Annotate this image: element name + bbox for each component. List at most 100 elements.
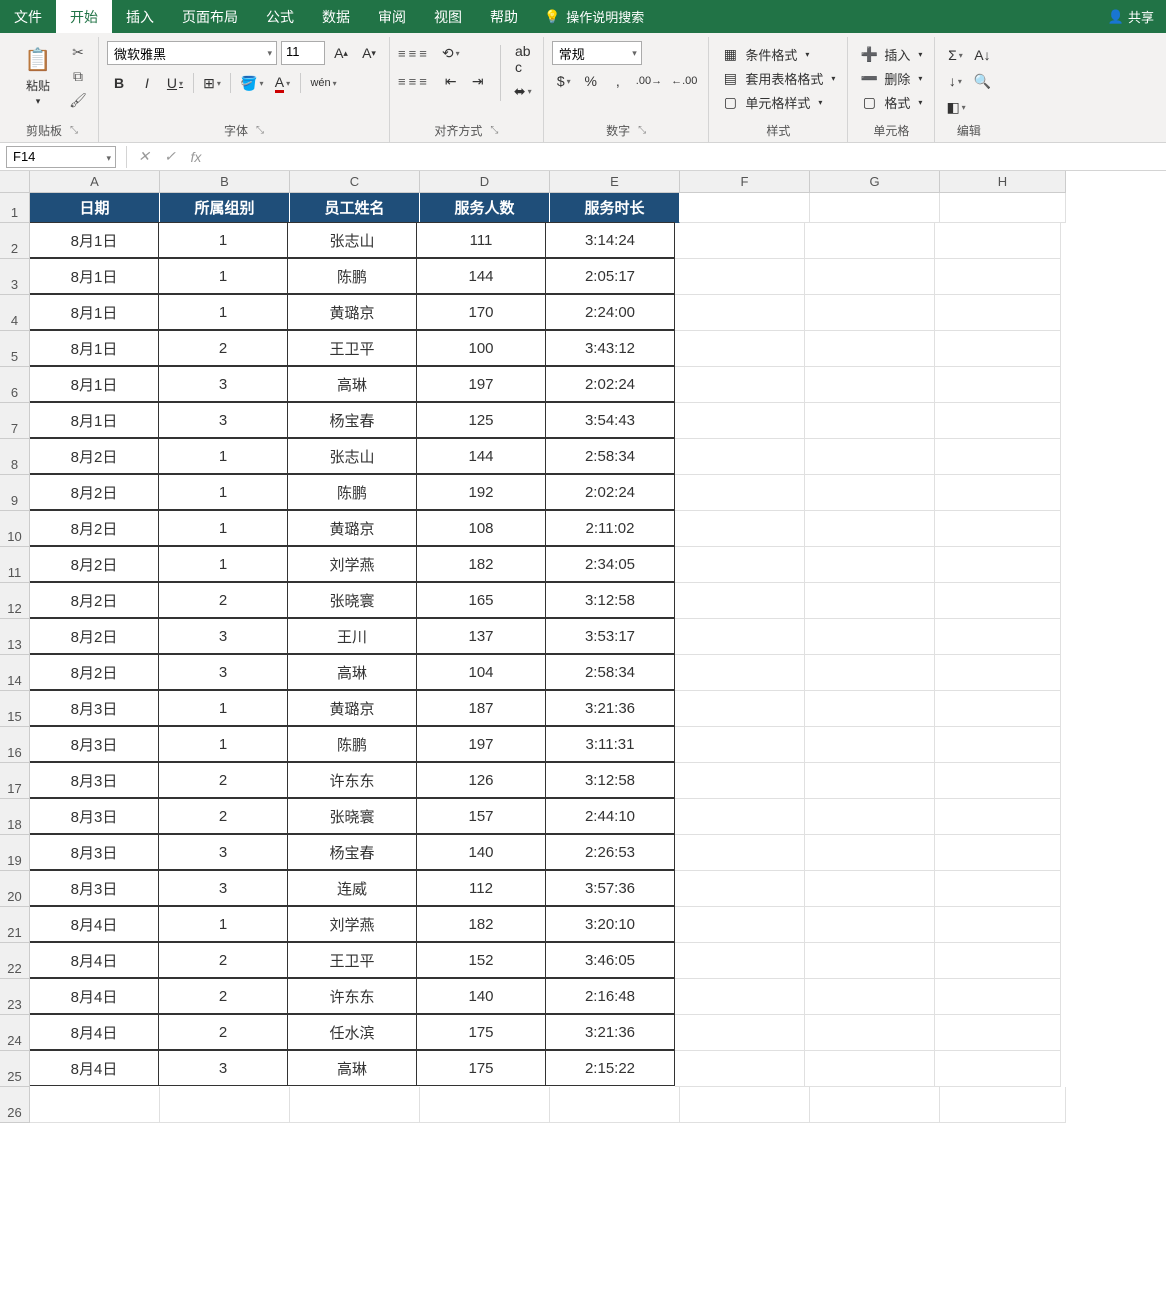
- cell[interactable]: 高琳: [287, 654, 417, 690]
- column-header[interactable]: A: [30, 171, 160, 193]
- cell[interactable]: 张志山: [287, 438, 417, 474]
- autosum-button[interactable]: Σ▾: [943, 43, 967, 67]
- cell[interactable]: 2: [158, 582, 288, 618]
- orientation-button[interactable]: ⟲▾: [439, 41, 463, 65]
- cell[interactable]: 陈鹏: [287, 258, 417, 294]
- row-header[interactable]: 10: [0, 511, 30, 547]
- tab-page-layout[interactable]: 页面布局: [168, 0, 252, 33]
- cell[interactable]: [675, 619, 805, 655]
- dialog-launcher-icon[interactable]: ⤡: [638, 125, 646, 136]
- row-header[interactable]: 25: [0, 1051, 30, 1087]
- cell[interactable]: [675, 907, 805, 943]
- cell[interactable]: 2:44:10: [545, 798, 675, 834]
- cell[interactable]: [935, 943, 1061, 979]
- cell[interactable]: 3:14:24: [545, 222, 675, 258]
- cell[interactable]: 1: [158, 726, 288, 762]
- cell[interactable]: 182: [416, 546, 546, 582]
- cell[interactable]: 1: [158, 690, 288, 726]
- cell[interactable]: [805, 871, 935, 907]
- cell[interactable]: 王卫平: [287, 942, 417, 978]
- row-header[interactable]: 14: [0, 655, 30, 691]
- cell[interactable]: 8月4日: [29, 906, 159, 942]
- cell[interactable]: 144: [416, 258, 546, 294]
- cell[interactable]: 8月3日: [29, 798, 159, 834]
- cell[interactable]: [935, 691, 1061, 727]
- cut-button[interactable]: ✂: [66, 41, 90, 63]
- increase-indent-button[interactable]: ⇥: [466, 69, 490, 93]
- delete-cells-button[interactable]: ➖删除▾: [856, 67, 926, 89]
- cell[interactable]: [940, 193, 1066, 223]
- cell[interactable]: 2: [158, 762, 288, 798]
- cell[interactable]: 140: [416, 834, 546, 870]
- column-header[interactable]: G: [810, 171, 940, 193]
- cell[interactable]: [675, 403, 805, 439]
- cell[interactable]: [675, 943, 805, 979]
- cell[interactable]: [675, 1015, 805, 1051]
- cell[interactable]: [680, 193, 810, 223]
- cell[interactable]: [935, 475, 1061, 511]
- fill-color-button[interactable]: 🪣▾: [237, 71, 266, 95]
- cell[interactable]: [810, 193, 940, 223]
- cell[interactable]: [805, 691, 935, 727]
- cell[interactable]: [805, 619, 935, 655]
- find-select-button[interactable]: 🔍: [970, 69, 994, 93]
- column-header[interactable]: F: [680, 171, 810, 193]
- cell[interactable]: [935, 511, 1061, 547]
- cell[interactable]: [935, 367, 1061, 403]
- cell[interactable]: 197: [416, 366, 546, 402]
- cell[interactable]: 8月1日: [29, 402, 159, 438]
- decrease-indent-button[interactable]: ⇤: [439, 69, 463, 93]
- cell[interactable]: 197: [416, 726, 546, 762]
- increase-font-button[interactable]: A▴: [329, 41, 353, 65]
- cell[interactable]: 3:43:12: [545, 330, 675, 366]
- cell[interactable]: [805, 223, 935, 259]
- cell[interactable]: 2: [158, 942, 288, 978]
- cell[interactable]: 8月1日: [29, 330, 159, 366]
- row-header[interactable]: 26: [0, 1087, 30, 1123]
- cell[interactable]: [805, 979, 935, 1015]
- paste-button[interactable]: 📋 粘贴 ▾: [14, 41, 62, 113]
- cell[interactable]: 137: [416, 618, 546, 654]
- spreadsheet-grid[interactable]: ABCDEFGH 1234567891011121314151617181920…: [0, 171, 1166, 1291]
- cell[interactable]: 1: [158, 546, 288, 582]
- cell[interactable]: 3:54:43: [545, 402, 675, 438]
- row-header[interactable]: 23: [0, 979, 30, 1015]
- cell[interactable]: 108: [416, 510, 546, 546]
- cell[interactable]: 1: [158, 294, 288, 330]
- table-header-cell[interactable]: 服务人数: [420, 193, 550, 223]
- bold-button[interactable]: B: [107, 71, 131, 95]
- cell[interactable]: 140: [416, 978, 546, 1014]
- tab-formulas[interactable]: 公式: [252, 0, 308, 33]
- cell[interactable]: [30, 1087, 160, 1123]
- format-cells-button[interactable]: ▢格式▾: [856, 91, 926, 113]
- cell[interactable]: 2:05:17: [545, 258, 675, 294]
- row-header[interactable]: 13: [0, 619, 30, 655]
- cell[interactable]: 170: [416, 294, 546, 330]
- cell[interactable]: 3: [158, 366, 288, 402]
- cell[interactable]: [935, 655, 1061, 691]
- cell[interactable]: [935, 835, 1061, 871]
- dialog-launcher-icon[interactable]: ⤡: [490, 125, 498, 136]
- cell[interactable]: 3: [158, 1050, 288, 1086]
- cell[interactable]: 2:16:48: [545, 978, 675, 1014]
- cell[interactable]: 3: [158, 870, 288, 906]
- cell[interactable]: 8月1日: [29, 294, 159, 330]
- cell[interactable]: 2:24:00: [545, 294, 675, 330]
- insert-cells-button[interactable]: ➕插入▾: [856, 43, 926, 65]
- cell[interactable]: 2: [158, 978, 288, 1014]
- row-header[interactable]: 24: [0, 1015, 30, 1051]
- borders-button[interactable]: ⊞▾: [200, 71, 224, 95]
- cell[interactable]: [675, 439, 805, 475]
- percent-button[interactable]: %: [579, 69, 603, 93]
- row-header[interactable]: 5: [0, 331, 30, 367]
- cell[interactable]: [675, 583, 805, 619]
- cell[interactable]: 3:12:58: [545, 762, 675, 798]
- cell[interactable]: 8月3日: [29, 690, 159, 726]
- cell[interactable]: [675, 259, 805, 295]
- align-right-button[interactable]: ≡: [419, 74, 427, 89]
- formula-input[interactable]: [209, 146, 1166, 168]
- cell[interactable]: 165: [416, 582, 546, 618]
- cell[interactable]: 8月1日: [29, 258, 159, 294]
- dialog-launcher-icon[interactable]: ⤡: [70, 125, 78, 136]
- cell[interactable]: 144: [416, 438, 546, 474]
